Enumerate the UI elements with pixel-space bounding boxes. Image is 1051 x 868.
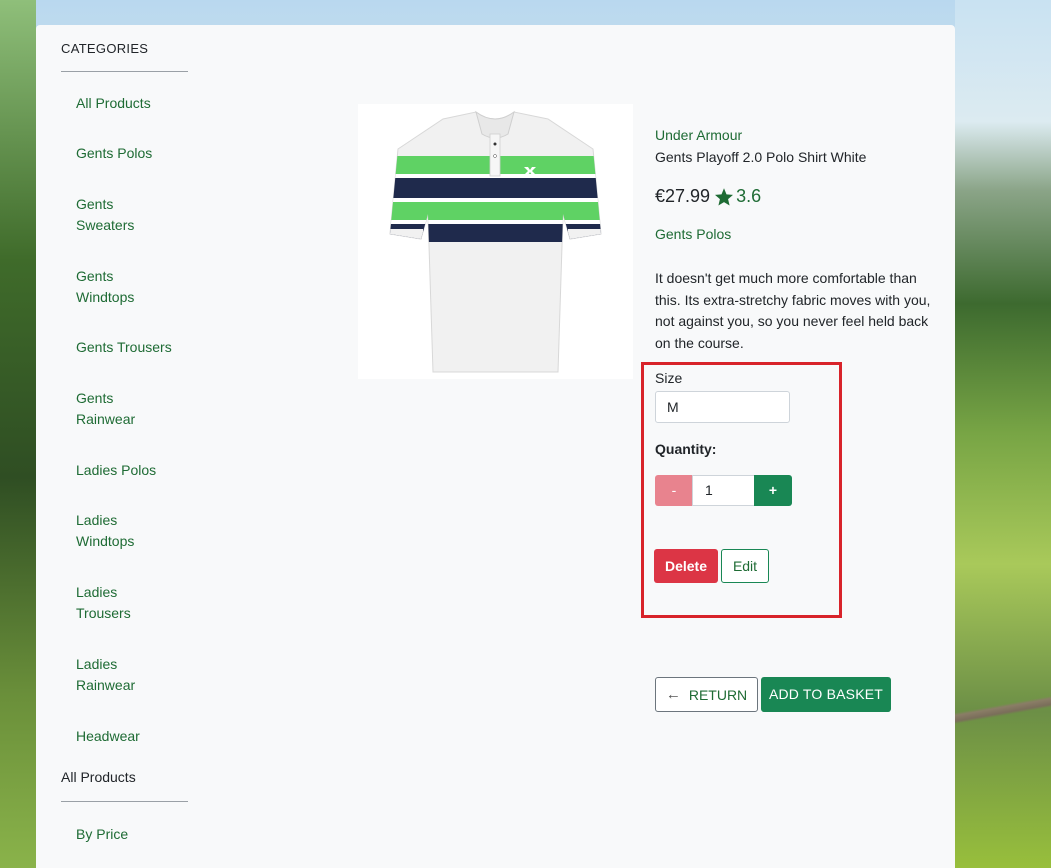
product-rating: 3.6: [736, 186, 762, 206]
return-button[interactable]: ← RETURN: [655, 677, 758, 712]
product-category-link[interactable]: Gents Polos: [655, 226, 731, 242]
quantity-increment-button[interactable]: +: [754, 475, 792, 506]
sidebar-item-gents-polos[interactable]: Gents Polos: [76, 143, 186, 164]
product-description: It doesn't get much more comfortable tha…: [655, 270, 931, 351]
product-name: Gents Playoff 2.0 Polo Shirt White: [655, 149, 867, 165]
sort-item-by-price[interactable]: By Price: [76, 824, 186, 845]
polo-shirt-image: [389, 110, 602, 373]
delete-button[interactable]: Delete: [654, 549, 718, 583]
size-label: Size: [655, 370, 683, 386]
product-brand[interactable]: Under Armour: [655, 127, 742, 143]
sidebar-item-ladies-rainwear[interactable]: Ladies Rainwear: [76, 654, 146, 696]
size-select[interactable]: M: [655, 391, 790, 423]
quantity-decrement-button[interactable]: -: [655, 475, 693, 506]
return-button-label: RETURN: [688, 686, 748, 703]
sidebar-item-headwear[interactable]: Headwear: [76, 726, 186, 747]
sidebar-item-gents-sweaters[interactable]: Gents Sweaters: [76, 194, 146, 236]
sidebar-item-gents-trousers[interactable]: Gents Trousers: [76, 337, 186, 358]
background-cart-path: [955, 690, 1051, 730]
add-to-basket-button[interactable]: ADD TO BASKET: [761, 677, 891, 712]
star-icon: [715, 187, 734, 205]
arrow-left-icon: ←: [665, 686, 681, 703]
sidebar-item-gents-windtops[interactable]: Gents Windtops: [76, 266, 146, 308]
sidebar-item-all-products[interactable]: All Products: [76, 93, 186, 114]
background-golf-course-right: [955, 0, 1051, 868]
edit-button[interactable]: Edit: [721, 549, 769, 583]
sidebar-item-gents-rainwear[interactable]: Gents Rainwear: [76, 388, 146, 430]
background-golf-course-left: [0, 0, 36, 868]
price-rating-row: €27.99 3.6: [655, 186, 761, 207]
sidebar-item-ladies-trousers[interactable]: Ladies Trousers: [76, 582, 146, 624]
sidebar-item-ladies-polos[interactable]: Ladies Polos: [76, 460, 186, 481]
categories-heading: CATEGORIES: [61, 41, 149, 56]
product-card: CATEGORIES All Products Gents Polos Gent…: [36, 25, 955, 868]
product-price: €27.99: [655, 186, 711, 206]
sort-heading: All Products: [61, 769, 136, 785]
quantity-input[interactable]: 1: [692, 475, 755, 506]
categories-divider: [61, 71, 188, 72]
quantity-label: Quantity:: [655, 441, 717, 457]
product-image: [358, 104, 633, 379]
sidebar-item-ladies-windtops[interactable]: Ladies Windtops: [76, 510, 146, 552]
sort-divider: [61, 801, 188, 802]
